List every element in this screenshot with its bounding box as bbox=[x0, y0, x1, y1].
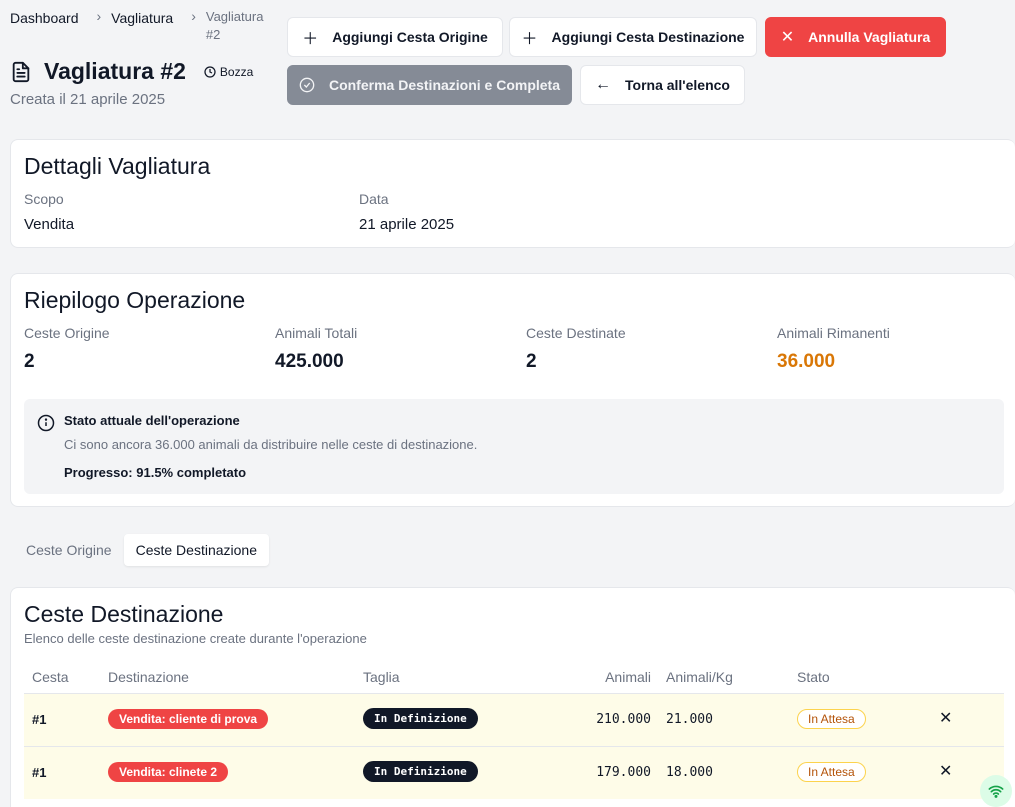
chevron-right-icon: › bbox=[96, 8, 102, 24]
plus-icon: ＋ bbox=[302, 31, 319, 48]
confirm-destinations-button[interactable]: Conferma Destinazioni e Completa bbox=[287, 65, 572, 105]
operation-status-alert: Stato attuale dell'operazione Ci sono an… bbox=[24, 399, 1004, 494]
stat-value: 2 bbox=[24, 351, 35, 372]
status-badge: Bozza bbox=[204, 65, 253, 79]
column-header: Destinazione bbox=[108, 669, 189, 685]
add-destination-basket-button[interactable]: ＋ Aggiungi Cesta Destinazione bbox=[509, 17, 757, 57]
stat-value: 425.000 bbox=[275, 351, 344, 372]
breadcrumb: Dashboard › Vagliatura › Vagliatura #2 bbox=[10, 8, 272, 44]
destination-heading: Ceste Destinazione bbox=[24, 601, 224, 627]
close-icon[interactable]: ✕ bbox=[939, 761, 952, 781]
animals-count: 210.000 bbox=[596, 712, 651, 727]
destination-subtitle: Elenco delle ceste destinazione create d… bbox=[24, 631, 367, 646]
animals-per-kg: 21.000 bbox=[666, 712, 713, 727]
stat-label: Animali Totali bbox=[275, 325, 358, 341]
back-to-list-button[interactable]: ← Torna all'elenco bbox=[580, 65, 745, 105]
document-icon bbox=[12, 61, 30, 82]
destination-badge: Vendita: cliente di prova bbox=[108, 709, 269, 729]
created-date: Creata il 21 aprile 2025 bbox=[10, 91, 166, 108]
add-origin-basket-label: Aggiungi Cesta Origine bbox=[332, 29, 488, 45]
add-destination-basket-label: Aggiungi Cesta Destinazione bbox=[551, 29, 745, 45]
breadcrumb-current: Vagliatura #2 bbox=[205, 9, 264, 42]
breadcrumb-dashboard[interactable]: Dashboard bbox=[10, 8, 79, 28]
column-header: Animali bbox=[605, 669, 651, 685]
cancel-screening-label: Annulla Vagliatura bbox=[808, 29, 931, 45]
size-badge: In Definizione bbox=[363, 761, 478, 782]
tab-list: Ceste Origine Ceste Destinazione bbox=[14, 534, 269, 566]
alert-title: Stato attuale dell'operazione bbox=[64, 413, 240, 428]
page-header: Dashboard › Vagliatura › Vagliatura #2 V… bbox=[10, 8, 272, 108]
tab-destination-baskets[interactable]: Ceste Destinazione bbox=[123, 534, 269, 566]
scope-value: Vendita bbox=[24, 216, 75, 233]
tab-origin-baskets[interactable]: Ceste Origine bbox=[14, 534, 124, 566]
page-title: Vagliatura #2 bbox=[44, 58, 186, 84]
stat-value-remaining: 36.000 bbox=[777, 351, 836, 372]
alert-progress: Progresso: 91.5% completato bbox=[64, 465, 247, 480]
details-heading: Dettagli Vagliatura bbox=[24, 153, 211, 179]
back-to-list-label: Torna all'elenco bbox=[625, 77, 730, 93]
column-header: Animali/Kg bbox=[666, 669, 733, 685]
destination-baskets-card: Ceste Destinazione Elenco delle ceste de… bbox=[10, 587, 1015, 807]
table-row: #1 Vendita: cliente di prova In Definizi… bbox=[24, 693, 1004, 746]
status-badge: In Attesa bbox=[797, 762, 866, 782]
alert-text: Ci sono ancora 36.000 animali da distrib… bbox=[64, 437, 478, 452]
summary-heading: Riepilogo Operazione bbox=[24, 287, 246, 313]
status-badge-label: Bozza bbox=[219, 64, 254, 79]
arrow-left-icon: ← bbox=[595, 76, 611, 93]
basket-number: #1 bbox=[32, 712, 47, 727]
info-icon bbox=[37, 414, 55, 432]
animals-per-kg: 18.000 bbox=[666, 765, 713, 780]
chevron-right-icon: › bbox=[191, 8, 196, 24]
stat-label: Ceste Destinate bbox=[526, 325, 626, 341]
date-label: Data bbox=[359, 191, 389, 207]
check-circle-icon bbox=[299, 77, 315, 93]
clock-icon bbox=[204, 65, 216, 78]
animals-count: 179.000 bbox=[596, 765, 651, 780]
summary-card: Riepilogo Operazione Ceste Origine 2 Ani… bbox=[10, 273, 1015, 507]
close-icon: ✕ bbox=[780, 29, 795, 46]
add-origin-basket-button[interactable]: ＋ Aggiungi Cesta Origine bbox=[287, 17, 503, 57]
date-value: 21 aprile 2025 bbox=[359, 216, 455, 233]
details-card: Dettagli Vagliatura Scopo Vendita Data 2… bbox=[10, 139, 1015, 248]
column-header: Taglia bbox=[363, 669, 400, 685]
scope-label: Scopo bbox=[24, 191, 64, 207]
stat-label: Ceste Origine bbox=[24, 325, 110, 341]
basket-number: #1 bbox=[32, 765, 47, 780]
column-header: Cesta bbox=[32, 669, 69, 685]
confirm-destinations-label: Conferma Destinazioni e Completa bbox=[328, 77, 561, 93]
close-icon[interactable]: ✕ bbox=[939, 708, 952, 728]
wifi-icon[interactable] bbox=[980, 775, 1012, 807]
cancel-screening-button[interactable]: ✕ Annulla Vagliatura bbox=[765, 17, 946, 57]
destination-badge: Vendita: clinete 2 bbox=[108, 762, 229, 782]
stat-value: 2 bbox=[526, 351, 537, 372]
size-badge: In Definizione bbox=[363, 708, 478, 729]
table-row: #1 Vendita: clinete 2 In Definizione 179… bbox=[24, 746, 1004, 799]
breadcrumb-vagliatura[interactable]: Vagliatura bbox=[111, 8, 173, 28]
column-header: Stato bbox=[797, 669, 830, 685]
plus-icon: ＋ bbox=[521, 31, 538, 48]
status-badge: In Attesa bbox=[797, 709, 866, 729]
stat-label: Animali Rimanenti bbox=[777, 325, 890, 341]
